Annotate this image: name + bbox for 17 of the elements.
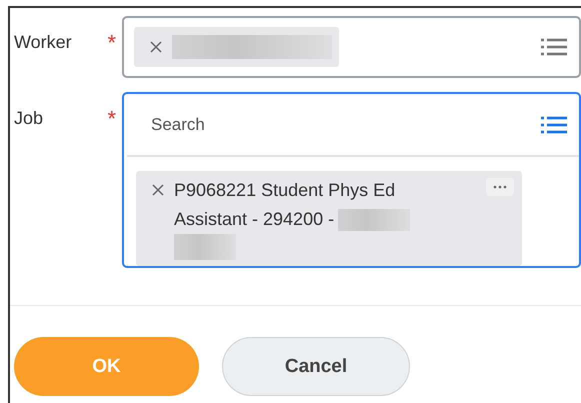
remove-icon[interactable]	[152, 184, 164, 196]
search-placeholder: Search	[151, 114, 205, 134]
selected-item-text: Assistant - 294200 -	[174, 208, 334, 231]
selected-item-chip[interactable]: P9068221 Student Phys Ed Assistant - 294200 -	[136, 171, 522, 266]
required-mark: *	[107, 32, 116, 54]
selected-item-text: P9068221 Student Phys Ed	[174, 179, 396, 202]
input-field[interactable]: Search P9068221 Student Phys Ed Assistant - 294200 -	[122, 92, 581, 268]
remove-icon[interactable]	[150, 41, 162, 53]
field-label: Worker	[14, 32, 72, 54]
list-icon[interactable]	[541, 114, 567, 134]
more-options-icon[interactable]	[486, 178, 514, 196]
required-mark: *	[107, 108, 116, 130]
redacted-block	[174, 234, 236, 260]
field-label: Job	[14, 108, 44, 130]
list-icon[interactable]	[541, 37, 567, 57]
input-field[interactable]	[122, 16, 581, 78]
cancel-button[interactable]: Cancel	[222, 337, 410, 396]
